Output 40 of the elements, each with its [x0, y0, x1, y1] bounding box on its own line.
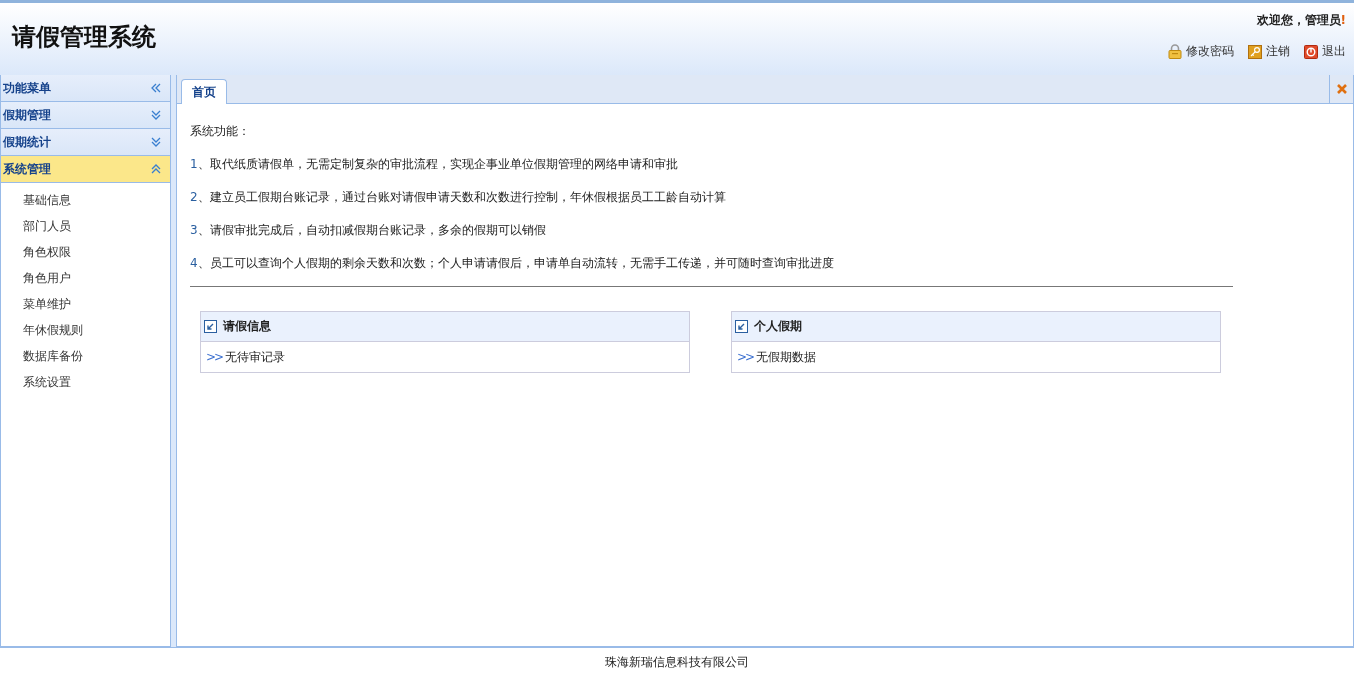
sidebar-title: 功能菜单: [3, 79, 51, 97]
arrow-icon: [735, 320, 748, 333]
header-link[interactable]: 注销: [1248, 43, 1290, 60]
panel-title: 个人假期: [754, 318, 802, 335]
power-icon: [1304, 44, 1318, 59]
welcome-text: 欢迎您，管理员!: [1256, 12, 1346, 29]
panel-title: 请假信息: [223, 318, 271, 335]
arrow-icon: [204, 320, 217, 333]
chevron-up-icon: [150, 163, 162, 175]
menu-item[interactable]: 基础信息: [1, 187, 71, 213]
chevron-down-icon: [150, 136, 162, 148]
accordion-header[interactable]: 假期管理: [1, 102, 170, 129]
app-title: 请假管理系统: [12, 22, 156, 53]
collapse-icon[interactable]: [150, 82, 162, 94]
tab[interactable]: 首页: [181, 79, 227, 104]
feature-text: 4、员工可以查询个人假期的剩余天数和次数；个人申请请假后，申请单自动流转，无需手工传递，并可随时查询审批进度: [190, 255, 835, 272]
section-heading: 系统功能：: [190, 123, 251, 140]
panel-message: 无假期数据: [756, 348, 817, 366]
menu-item[interactable]: 菜单维护: [1, 291, 71, 317]
menu-item[interactable]: 数据库备份: [1, 343, 83, 369]
feature-text: 2、建立员工假期台账记录，通过台账对请假申请天数和次数进行控制，年休假根据员工工龄自动计算: [190, 189, 727, 206]
menu-item[interactable]: 角色权限: [1, 239, 71, 265]
header-link[interactable]: 退出: [1304, 43, 1346, 60]
feature-text: 1、取代纸质请假单，无需定制复杂的审批流程，实现企事业单位假期管理的网络申请和审批: [190, 156, 679, 173]
menu-item[interactable]: 角色用户: [1, 265, 71, 291]
footer-text: 珠海新瑞信息科技有限公司: [605, 653, 749, 671]
bullet-mark: >>: [737, 350, 754, 364]
bullet-mark: >>: [206, 350, 223, 364]
feature-text: 3、请假审批完成后，自动扣减假期台账记录，多余的假期可以销假: [190, 222, 547, 239]
panel-message: 无待审记录: [225, 348, 286, 366]
lock-icon: [1168, 44, 1182, 59]
menu-item[interactable]: 年休假规则: [1, 317, 83, 343]
chevron-down-icon: [150, 109, 162, 121]
accordion-header[interactable]: 假期统计: [1, 129, 170, 156]
header-link[interactable]: 修改密码: [1168, 43, 1234, 60]
close-icon: [1335, 83, 1348, 95]
menu-item[interactable]: 部门人员: [1, 213, 71, 239]
menu-item[interactable]: 系统设置: [1, 369, 71, 395]
accordion-header[interactable]: 系统管理: [1, 156, 170, 183]
key-icon: [1248, 44, 1262, 59]
